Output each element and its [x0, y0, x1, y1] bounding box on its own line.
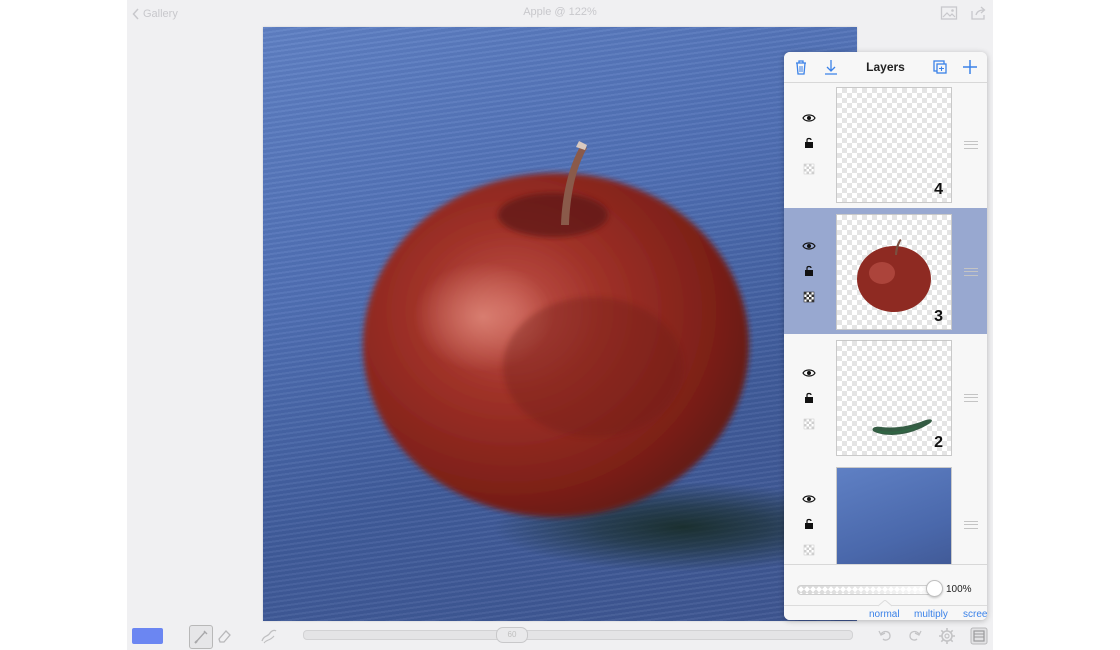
lock-icon[interactable] — [802, 265, 816, 277]
brush-size-slider[interactable]: 60 — [303, 627, 853, 643]
redo-icon[interactable] — [905, 626, 925, 646]
layer-settings-footer: 100% normal multiply screen — [784, 564, 987, 620]
blend-mode-screen[interactable]: screen — [963, 609, 987, 620]
layer-row[interactable]: 4 — [784, 82, 987, 208]
current-color-swatch[interactable] — [132, 628, 163, 644]
transparency-lock-icon[interactable] — [802, 163, 816, 175]
eraser-tool-button[interactable] — [214, 625, 236, 647]
app-window: Gallery Apple @ 122% Layers 4 3 2 100% n… — [127, 0, 993, 650]
layers-panel: Layers 4 3 2 100% normal multiply scree — [784, 52, 987, 620]
eye-icon[interactable] — [802, 493, 816, 505]
add-layer-icon[interactable] — [961, 58, 979, 76]
undo-icon[interactable] — [875, 626, 895, 646]
layer-number: 2 — [934, 434, 943, 451]
layers-panel-header: Layers — [784, 52, 987, 83]
layer-number: 4 — [934, 181, 943, 198]
duplicate-layer-icon[interactable] — [931, 58, 949, 76]
blend-mode-multiply[interactable]: multiply — [914, 609, 948, 620]
layer-row-selected[interactable]: 3 — [784, 208, 987, 334]
eye-icon[interactable] — [802, 367, 816, 379]
apple-painting — [363, 141, 749, 517]
brush-tool-button[interactable] — [189, 625, 213, 649]
gear-icon[interactable] — [937, 626, 957, 646]
opacity-value: 100% — [946, 584, 972, 595]
eye-icon[interactable] — [802, 240, 816, 252]
brush-size-knob[interactable]: 60 — [496, 627, 528, 643]
document-title: Apple @ 122% — [523, 6, 597, 18]
lock-icon[interactable] — [802, 137, 816, 149]
opacity-slider-knob[interactable] — [926, 580, 943, 597]
drawing-canvas[interactable] — [263, 27, 857, 621]
layer-row[interactable]: 2 — [784, 335, 987, 461]
drag-handle[interactable] — [964, 268, 978, 276]
smudge-icon — [261, 629, 277, 644]
eye-icon[interactable] — [802, 112, 816, 124]
drag-handle[interactable] — [964, 141, 978, 149]
drag-handle[interactable] — [964, 394, 978, 402]
opacity-slider[interactable] — [797, 585, 937, 595]
share-icon[interactable] — [970, 5, 988, 21]
layer-number: 3 — [934, 308, 943, 325]
transparency-lock-icon[interactable] — [802, 544, 816, 556]
transparency-lock-icon[interactable] — [802, 291, 816, 303]
layers-icon[interactable] — [969, 626, 989, 646]
lock-icon[interactable] — [802, 392, 816, 404]
transparency-lock-icon[interactable] — [802, 418, 816, 430]
layer-thumbnail[interactable]: 2 — [836, 340, 952, 456]
brush-icon — [194, 630, 208, 644]
smudge-tool-button[interactable] — [258, 625, 280, 647]
opacity-slider-fill — [798, 586, 936, 594]
selected-mode-pointer-icon — [878, 600, 892, 607]
layer-thumbnail[interactable]: 3 — [836, 214, 952, 330]
lock-icon[interactable] — [802, 518, 816, 530]
layers-title: Layers — [866, 60, 905, 74]
layer-thumbnail[interactable]: 4 — [836, 87, 952, 203]
drag-handle[interactable] — [964, 521, 978, 529]
image-icon[interactable] — [940, 5, 958, 21]
eraser-icon — [218, 630, 231, 643]
blend-mode-normal[interactable]: normal — [869, 609, 900, 620]
